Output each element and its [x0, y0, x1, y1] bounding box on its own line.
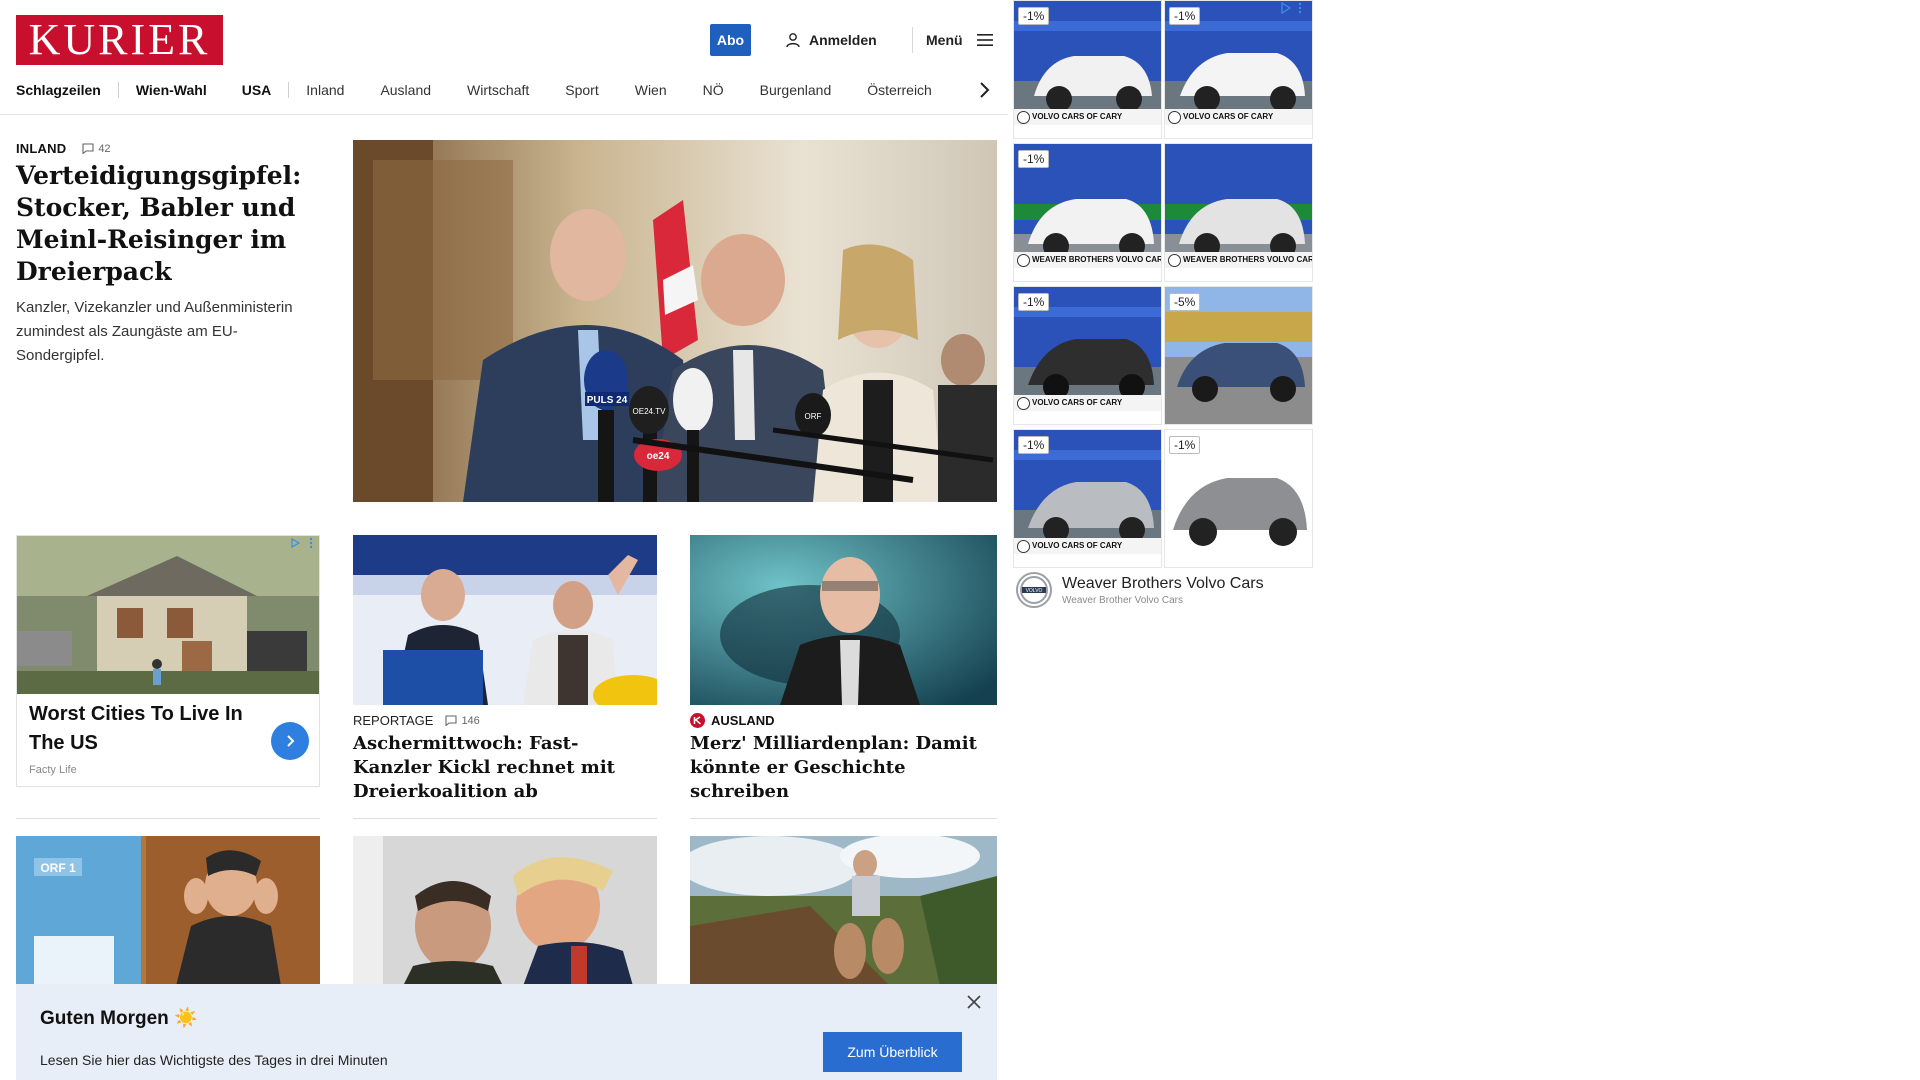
article-title-merz[interactable]: Merz' Milliardenplan: Damit könnte er Ge… — [690, 732, 990, 804]
discount-badge: -1% — [1169, 7, 1201, 25]
article-title-aschermittwoch[interactable]: Aschermittwoch: Fast-Kanzler Kickl rechn… — [353, 732, 653, 804]
hero-lead: Kanzler, Vizekanzler und Außenministerin… — [16, 299, 293, 364]
hero-comment-count[interactable]: 42 — [82, 142, 111, 155]
display-ad-grid: -1% VOLVO CARS OF CARY -1% VOLVO CARS OF… — [1013, 0, 1313, 570]
discount-badge: -1% — [1018, 150, 1050, 168]
mic-label-oe24: oe24 — [647, 451, 670, 462]
more-vertical-icon — [1298, 2, 1302, 14]
orf-logo-text: ORF 1 — [40, 861, 76, 875]
nav-item-schlagzeilen[interactable]: Schlagzeilen — [16, 82, 101, 98]
discount-badge: -1% — [1018, 293, 1050, 311]
header-divider — [912, 27, 913, 53]
card-category-reportage[interactable]: REPORTAGE — [353, 713, 433, 728]
ad-tile[interactable]: -1% VOLVO CARS OF CARY — [1164, 0, 1313, 139]
nav-item-wien-wahl[interactable]: Wien-Wahl — [136, 82, 207, 98]
discount-badge: -5% — [1169, 293, 1201, 311]
overview-button[interactable]: Zum Überblick — [823, 1032, 962, 1072]
advertiser-sub: Weaver Brother Volvo Cars — [1062, 594, 1183, 606]
advertiser-info[interactable]: VOLVO Weaver Brothers Volvo Cars Weaver … — [1016, 570, 1264, 610]
card-divider — [353, 818, 657, 819]
ad-source: Facty Life — [29, 764, 77, 776]
nav-item-ausland[interactable]: Ausland — [380, 82, 431, 98]
login-label: Anmelden — [809, 32, 877, 48]
kurier-logo[interactable]: KURIER — [16, 15, 223, 65]
nav-item-sport[interactable]: Sport — [565, 82, 598, 98]
ad-tile[interactable]: -1% VOLVO CARS OF CARY — [1013, 286, 1162, 425]
nav-item-burgenland[interactable]: Burgenland — [760, 82, 832, 98]
adchoices-icon — [1281, 2, 1292, 14]
tile-dealer: VOLVO CARS OF CARY — [1014, 109, 1161, 125]
nav-item-wirtschaft[interactable]: Wirtschaft — [467, 82, 529, 98]
tile-dealer: WEAVER BROTHERS VOLVO CARS — [1165, 252, 1312, 268]
banner-title: Guten Morgen ☀️ — [40, 1008, 198, 1029]
sponsored-ad-card[interactable]: Worst Cities To Live In The US Facty Lif… — [16, 535, 320, 787]
card-category-ausland[interactable]: AUSLAND — [711, 713, 775, 728]
hero-image[interactable]: PULS 24 OE24.TV oe24 ORF — [353, 140, 997, 502]
card-comment-count[interactable]: 146 — [445, 714, 480, 727]
menu-label: Menü — [926, 32, 963, 48]
nav-item-inland[interactable]: Inland — [306, 82, 344, 98]
ad-open-button[interactable] — [271, 722, 309, 760]
article-image-selenskyj-trump[interactable] — [353, 836, 657, 986]
article-image-nature[interactable] — [690, 836, 997, 986]
login-button[interactable]: Anmelden — [785, 29, 877, 51]
tile-dealer: VOLVO CARS OF CARY — [1014, 538, 1161, 554]
ad-image — [17, 536, 319, 694]
card-divider — [690, 818, 997, 819]
ad-tile[interactable]: -5% — [1164, 286, 1313, 425]
card-comments-value: 146 — [461, 714, 480, 727]
article-image-orf[interactable]: ORF 1 — [16, 836, 320, 986]
discount-badge: -1% — [1018, 7, 1050, 25]
banner-text: Lesen Sie hier das Wichtigste des Tages … — [40, 1052, 388, 1068]
menu-button[interactable]: Menü — [926, 29, 993, 51]
chevron-right-icon — [287, 735, 295, 747]
nav-separator — [288, 82, 290, 98]
nav-item-noe[interactable]: NÖ — [703, 82, 724, 98]
hero-headline[interactable]: Verteidigungsgipfel: Stocker, Babler und… — [16, 160, 316, 288]
tile-dealer: WEAVER BROTHERS VOLVO CARS — [1014, 252, 1161, 268]
ad-tile[interactable]: -1% VOLVO CARS OF CARY — [1013, 429, 1162, 568]
adchoices-icon[interactable] — [289, 536, 317, 550]
abo-button[interactable]: Abo — [710, 24, 751, 56]
article-image-aschermittwoch[interactable] — [353, 535, 657, 705]
ad-tile[interactable]: WEAVER BROTHERS VOLVO CARS — [1164, 143, 1313, 282]
advertiser-name[interactable]: Weaver Brothers Volvo Cars — [1062, 575, 1264, 593]
mic-label-orf: ORF — [805, 412, 822, 421]
morning-briefing-banner: Guten Morgen ☀️ Lesen Sie hier das Wicht… — [16, 984, 997, 1080]
close-icon[interactable] — [965, 993, 983, 1011]
section-nav: Schlagzeilen Wien-Wahl USA Inland Auslan… — [16, 80, 932, 100]
ad-tile[interactable]: -1% — [1164, 429, 1313, 568]
nav-separator — [117, 82, 119, 98]
volvo-logo-text: VOLVO — [1026, 588, 1043, 594]
mic-label-oe24tv: OE24.TV — [633, 407, 667, 416]
chevron-right-icon[interactable] — [976, 79, 992, 101]
ad-tile[interactable]: -1% WEAVER BROTHERS VOLVO CARS — [1013, 143, 1162, 282]
hero-comments-value: 42 — [98, 142, 111, 155]
tile-dealer: VOLVO CARS OF CARY — [1014, 395, 1161, 411]
nav-item-oesterreich[interactable]: Österreich — [867, 82, 932, 98]
nav-divider — [0, 114, 1008, 115]
discount-badge: -1% — [1018, 436, 1050, 454]
card-kicker-ausland: AUSLAND — [690, 713, 775, 728]
user-icon — [786, 33, 800, 48]
nav-item-usa[interactable]: USA — [242, 82, 272, 98]
article-image-merz[interactable] — [690, 535, 997, 705]
adchoices[interactable] — [1280, 2, 1302, 14]
volvo-logo-icon: VOLVO — [1016, 572, 1052, 608]
card-kicker-reportage: REPORTAGE 146 — [353, 713, 480, 728]
premium-badge-icon — [690, 713, 705, 728]
card-divider — [16, 818, 320, 819]
comment-icon — [82, 143, 94, 154]
nav-item-wien[interactable]: Wien — [635, 82, 667, 98]
discount-badge: -1% — [1169, 436, 1201, 454]
ad-tile[interactable]: -1% VOLVO CARS OF CARY — [1013, 0, 1162, 139]
ad-headline[interactable]: Worst Cities To Live In The US — [29, 700, 259, 758]
nav-separator — [224, 82, 225, 98]
hamburger-icon — [976, 34, 993, 46]
hero-category[interactable]: INLAND — [16, 141, 66, 156]
tile-dealer: VOLVO CARS OF CARY — [1165, 109, 1312, 125]
hero-kicker: INLAND 42 — [16, 141, 111, 156]
comment-icon — [445, 715, 457, 726]
mic-label-puls24: PULS 24 — [587, 395, 628, 406]
